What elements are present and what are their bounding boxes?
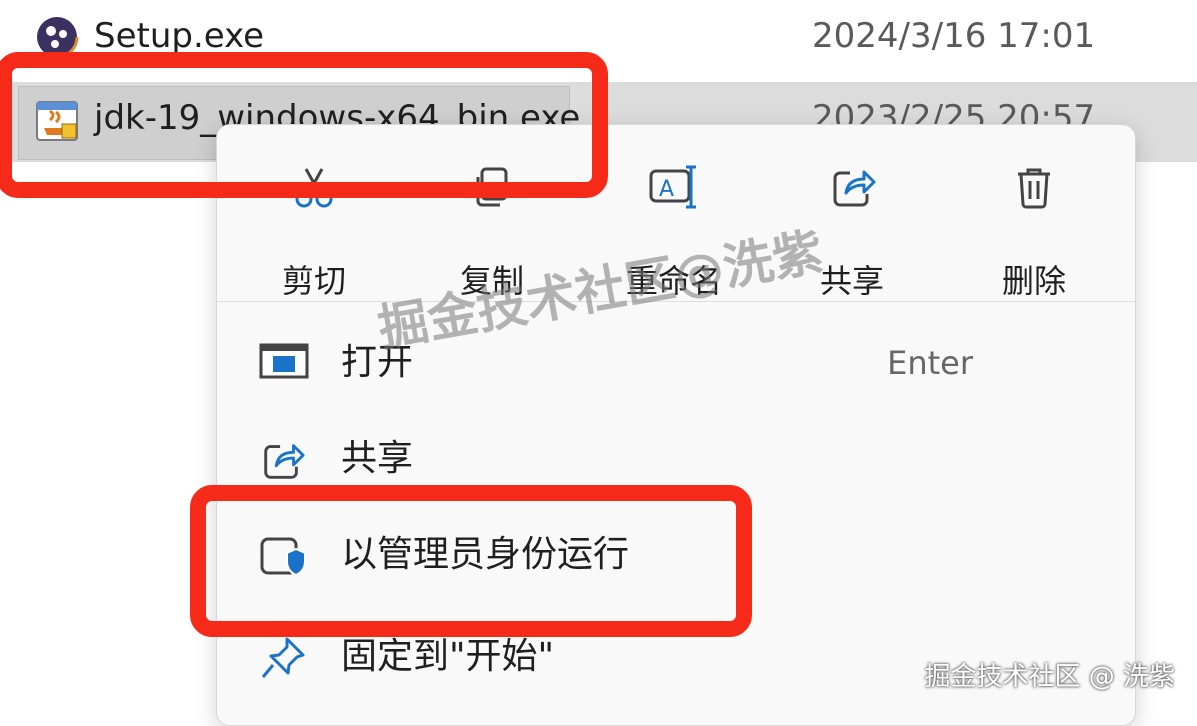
menu-item-open[interactable]: 打开 Enter — [237, 323, 1117, 405]
svg-text:A: A — [659, 177, 674, 202]
file-date: 2024/3/16 17:01 — [812, 16, 1096, 56]
trash-icon — [959, 163, 1109, 211]
menu-item-label: 固定到"开始" — [341, 636, 555, 677]
open-window-icon — [259, 341, 309, 385]
file-name: Setup.exe — [94, 16, 265, 56]
highlight-box-file — [0, 52, 608, 198]
share-icon — [259, 437, 305, 487]
pin-icon — [259, 635, 307, 685]
delete-button[interactable]: 删除 — [959, 153, 1109, 300]
share-icon — [777, 163, 927, 211]
menu-item-label: 共享 — [341, 438, 414, 479]
delete-label: 删除 — [1001, 262, 1066, 300]
cut-label: 剪切 — [281, 262, 346, 300]
rename-icon: A — [599, 163, 749, 211]
watermark-corner: 掘金技术社区 @ 洗紫 — [924, 662, 1175, 692]
highlight-box-run-as-admin — [190, 485, 752, 637]
shortcut-text: Enter — [887, 344, 973, 382]
